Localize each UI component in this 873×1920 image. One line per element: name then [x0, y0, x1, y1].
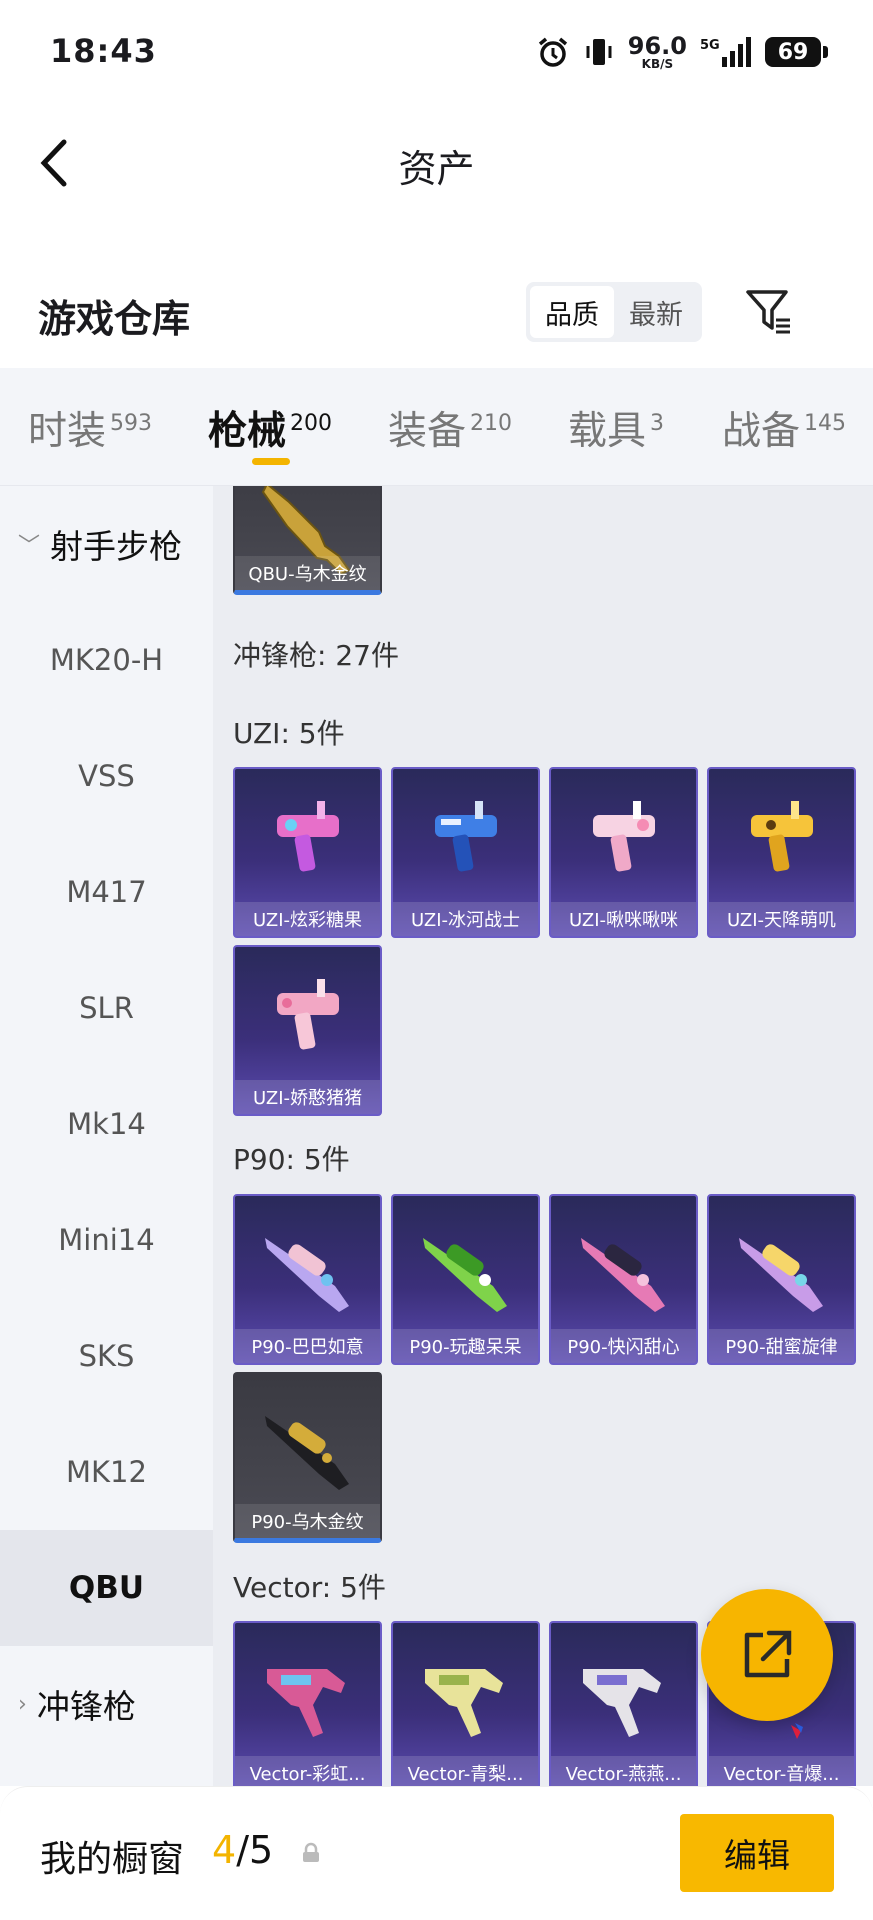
sidebar-item-mk12[interactable]: MK12: [0, 1414, 213, 1530]
page-title: 资产: [398, 147, 475, 191]
uzi-icon: [593, 801, 655, 872]
alarm-icon: [536, 35, 570, 69]
category-tabs: 时装 593 枪械 200 装备 210 载具 3 战备 145: [0, 368, 873, 486]
item-card[interactable]: P90-玩趣呆呆: [391, 1194, 540, 1365]
status-bar: 18:43 96.0 KB/S 5G 69: [0, 0, 873, 104]
sidebar-item-sks[interactable]: SKS: [0, 1298, 213, 1414]
uzi-icon: [277, 801, 339, 872]
tab-indicator: [252, 458, 290, 465]
sidebar-item-mk20h[interactable]: MK20-H: [0, 602, 213, 718]
uzi-icon: [751, 801, 813, 872]
sidebar-item-mk14[interactable]: Mk14: [0, 1066, 213, 1182]
vector-icon: [583, 1669, 661, 1737]
tab-fashion[interactable]: 时装 593: [28, 400, 152, 456]
p90-icon: [265, 1238, 349, 1312]
item-card[interactable]: Vector-彩虹...: [233, 1621, 382, 1786]
status-icons: 96.0 KB/S 5G 69: [536, 30, 828, 74]
external-link-icon: [744, 1630, 792, 1678]
p90-icon: [581, 1238, 665, 1312]
tab-supplies[interactable]: 战备 145: [722, 400, 846, 456]
filter-icon[interactable]: [744, 286, 794, 336]
section-title: P90: 5件: [233, 1143, 350, 1176]
item-card[interactable]: P90-甜蜜旋律: [707, 1194, 856, 1365]
category-header: 冲锋枪: 27件: [233, 639, 399, 672]
item-card[interactable]: P90-乌木金纹: [233, 1372, 382, 1543]
showcase-label: 我的橱窗: [40, 1839, 185, 1880]
weapon-sidebar: ﹀ 射手步枪 MK20-H VSS M417 SLR Mk14 Mini14 SK…: [0, 486, 213, 1786]
sidebar-group-marksman[interactable]: ﹀ 射手步枪: [0, 486, 213, 602]
sidebar-item-slr[interactable]: SLR: [0, 950, 213, 1066]
svg-text:5G: 5G: [700, 38, 720, 53]
lock-icon: [300, 1842, 322, 1864]
item-card[interactable]: UZI-炫彩糖果: [233, 767, 382, 938]
item-card[interactable]: UZI-冰河战士: [391, 767, 540, 938]
item-card[interactable]: UZI-天降萌叽: [707, 767, 856, 938]
item-card[interactable]: Vector-燕燕...: [549, 1621, 698, 1786]
section-title: Vector: 5件: [233, 1571, 386, 1604]
item-card[interactable]: P90-快闪甜心: [549, 1194, 698, 1365]
sort-newest-button[interactable]: 最新: [614, 286, 698, 338]
sidebar-item-vss[interactable]: VSS: [0, 718, 213, 834]
battery-icon: 69: [765, 37, 828, 67]
item-card[interactable]: Vector-青梨...: [391, 1621, 540, 1786]
vector-icon: [425, 1669, 503, 1737]
vibrate-icon: [582, 35, 616, 69]
uzi-icon: [435, 801, 497, 872]
uzi-icon: [277, 979, 339, 1050]
tab-guns[interactable]: 枪械 200: [208, 400, 332, 456]
signal-icon: 5G: [699, 35, 753, 69]
section-title: UZI: 5件: [233, 717, 345, 750]
p90-icon: [265, 1416, 349, 1490]
sidebar-item-mini14[interactable]: Mini14: [0, 1182, 213, 1298]
sidebar-item-qbu[interactable]: QBU: [0, 1530, 213, 1646]
net-speed: 96.0 KB/S: [627, 32, 687, 71]
sidebar-item-m417[interactable]: M417: [0, 834, 213, 950]
chevron-right-icon: ›: [18, 1691, 27, 1717]
vector-icon: [267, 1669, 345, 1737]
share-button[interactable]: [701, 1589, 833, 1721]
status-time: 18:43: [50, 32, 157, 70]
p90-icon: [423, 1238, 507, 1312]
p90-icon: [739, 1238, 823, 1312]
edit-button[interactable]: 编辑: [680, 1814, 834, 1892]
item-card[interactable]: P90-巴巴如意: [233, 1194, 382, 1365]
tab-vehicles[interactable]: 载具 3: [568, 400, 664, 456]
sort-quality-button[interactable]: 品质: [530, 286, 614, 338]
chevron-down-icon: ﹀: [18, 534, 41, 559]
item-card[interactable]: QBU-乌木金纹: [233, 486, 382, 595]
sidebar-group-smg[interactable]: › 冲锋枪: [0, 1646, 213, 1762]
warehouse-title: 游戏仓库: [38, 299, 191, 341]
sort-toggle: 品质 最新: [526, 282, 702, 342]
showcase-count: 4/5: [212, 1828, 274, 1872]
tab-equipment[interactable]: 装备 210: [388, 400, 512, 456]
item-card[interactable]: UZI-娇憨猪猪: [233, 945, 382, 1116]
item-card[interactable]: UZI-啾咪啾咪: [549, 767, 698, 938]
